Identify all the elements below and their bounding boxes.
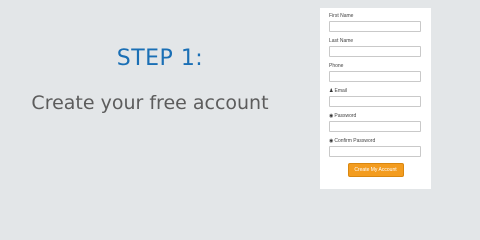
email-label: Email [334, 88, 347, 94]
last-name-field-group: Last Name [329, 38, 422, 57]
step-subtitle: Create your free account [31, 92, 269, 114]
step-title: STEP 1: [116, 46, 204, 71]
phone-field-group: Phone [329, 63, 422, 82]
signup-form-card: First Name Last Name Phone ♟Email ◉Passw… [320, 8, 431, 189]
last-name-input[interactable] [329, 46, 421, 57]
password-label: Password [334, 113, 357, 119]
confirm-password-label: Confirm Password [334, 138, 376, 144]
email-input[interactable] [329, 96, 421, 107]
lock-icon: ◉ [329, 138, 334, 144]
password-field-group: ◉Password [329, 113, 422, 132]
email-field-group: ♟Email [329, 88, 422, 107]
lock-icon: ◉ [329, 113, 334, 119]
confirm-password-input[interactable] [329, 146, 421, 157]
last-name-label: Last Name [329, 38, 354, 44]
first-name-label: First Name [329, 13, 354, 19]
first-name-input[interactable] [329, 21, 421, 32]
password-label-row: ◉Password [329, 113, 422, 120]
confirm-password-field-group: ◉Confirm Password [329, 138, 422, 157]
phone-input[interactable] [329, 71, 421, 82]
password-input[interactable] [329, 121, 421, 132]
phone-label: Phone [329, 63, 344, 69]
create-account-button[interactable]: Create My Account [347, 163, 404, 177]
email-label-row: ♟Email [329, 88, 422, 95]
confirm-password-label-row: ◉Confirm Password [329, 138, 422, 145]
person-icon: ♟ [329, 88, 334, 94]
first-name-field-group: First Name [329, 13, 422, 32]
